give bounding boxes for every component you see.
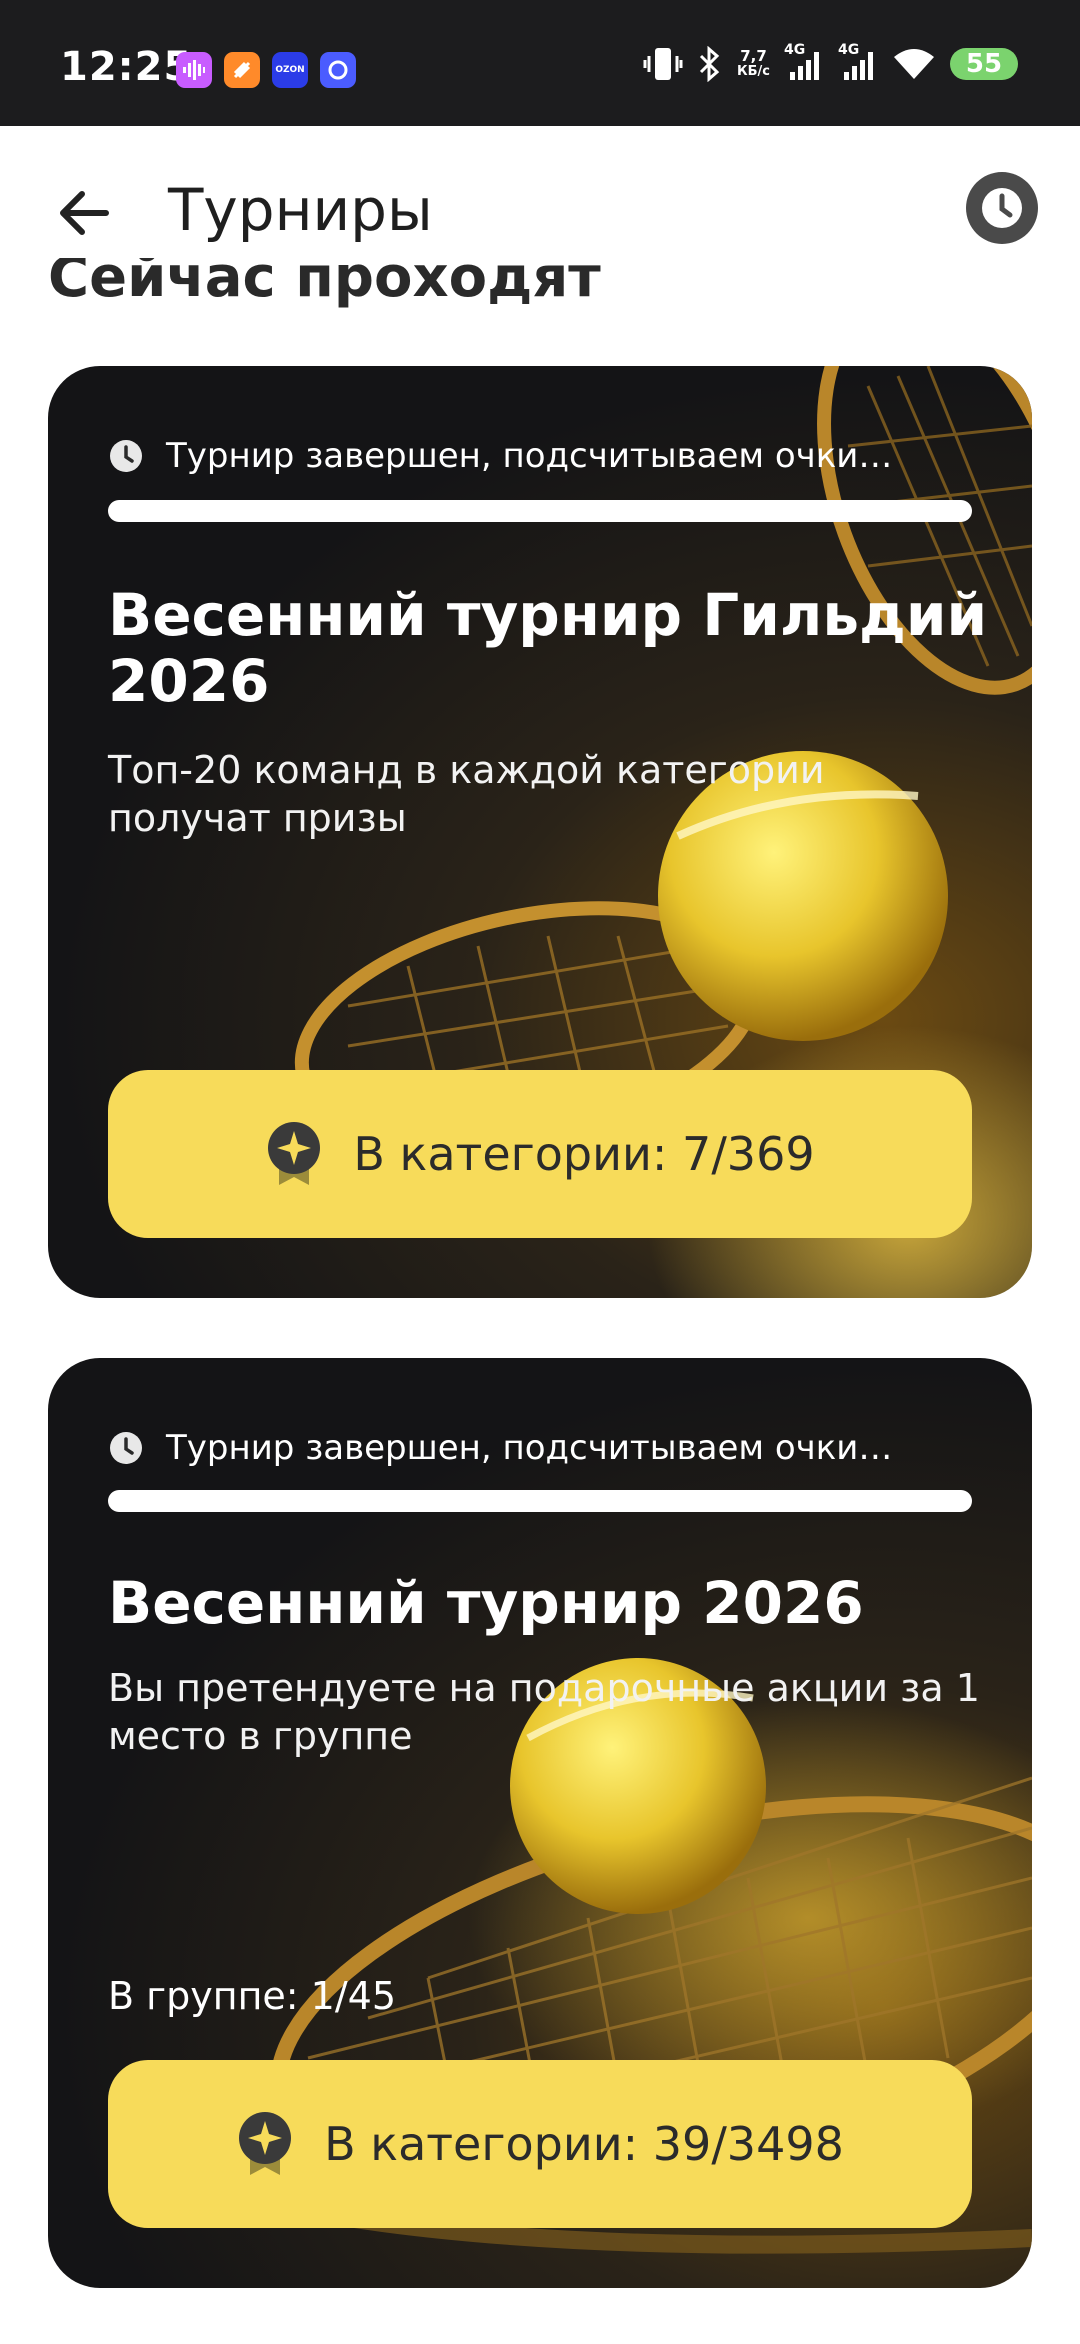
section-title: Сейчас проходят	[48, 258, 601, 310]
signal-icon: 4G	[784, 42, 824, 82]
badge-star-icon	[239, 2112, 292, 2175]
clock-icon	[982, 188, 1022, 228]
tournament-status: Турнир завершен, подсчитываем очки…	[108, 1428, 892, 1468]
status-indicators: 7,7 КБ/с 4G 4G 55	[643, 42, 1018, 82]
orange-app-icon	[224, 52, 260, 88]
blue-app-icon	[320, 52, 356, 88]
network-speed: 7,7 КБ/с	[737, 47, 770, 79]
clock-icon	[110, 440, 142, 472]
tournament-title: Весенний турнир 2026	[108, 1569, 864, 1637]
badge-star-icon	[268, 1122, 321, 1185]
status-app-icons: OZON	[176, 52, 356, 88]
page-title: Турниры	[168, 176, 433, 244]
tournament-title: Весенний турнир Гильдий 2026	[108, 581, 988, 715]
signal-icon-2: 4G	[838, 42, 878, 82]
progress-bar	[108, 500, 972, 522]
progress-bar	[108, 1490, 972, 1512]
ozon-icon: OZON	[272, 52, 308, 88]
tournament-card[interactable]: Турнир завершен, подсчитываем очки… Весе…	[48, 1358, 1032, 2288]
tournament-card[interactable]: Турнир завершен, подсчитываем очки… Весе…	[48, 366, 1032, 1298]
vibrate-icon	[643, 48, 683, 80]
arrow-left-icon	[60, 191, 109, 235]
wifi-icon	[894, 49, 934, 79]
tournament-description: Топ-20 команд в каждой категории получат…	[108, 748, 825, 840]
category-rank-label: В категории: 39/3498	[324, 2117, 844, 2171]
status-time: 12:25	[60, 44, 193, 90]
history-button[interactable]	[966, 172, 1038, 244]
clock-icon	[110, 1432, 142, 1464]
tournament-status: Турнир завершен, подсчитываем очки…	[108, 436, 892, 476]
tournament-description: Вы претендуете на подарочные акции за 1 …	[108, 1666, 980, 1758]
sound-app-icon	[176, 52, 212, 88]
category-rank-button[interactable]: В категории: 39/3498	[108, 2060, 972, 2228]
status-text: Турнир завершен, подсчитываем очки…	[166, 1428, 893, 1468]
status-text: Турнир завершен, подсчитываем очки…	[166, 436, 893, 476]
battery-indicator: 55	[950, 48, 1018, 80]
bluetooth-icon	[699, 46, 720, 82]
status-bar: 12:25 OZON 7,7 КБ/с 4G 4G 55	[0, 0, 1080, 126]
back-button[interactable]	[50, 178, 120, 248]
category-rank-button[interactable]: В категории: 7/369	[108, 1070, 972, 1238]
group-rank: В группе: 1/45	[108, 1974, 397, 2018]
category-rank-label: В категории: 7/369	[353, 1127, 815, 1181]
